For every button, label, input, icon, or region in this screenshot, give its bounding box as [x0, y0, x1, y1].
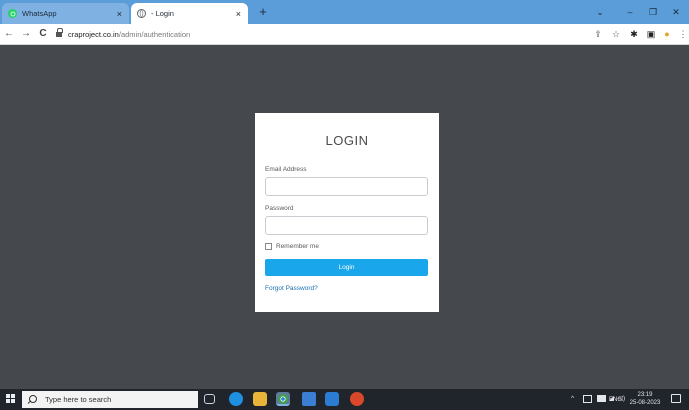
clock-date: 25-08-2023: [629, 400, 661, 406]
url-host: craproject.co.in: [68, 30, 119, 39]
login-button[interactable]: Login: [265, 259, 428, 276]
store-icon[interactable]: [302, 392, 316, 406]
tab-login[interactable]: - Login ×: [131, 3, 248, 24]
email-field[interactable]: [265, 177, 428, 196]
edge-browser-icon[interactable]: [229, 392, 243, 406]
forgot-password-link[interactable]: Forgot Password?: [265, 285, 318, 292]
tab-title: WhatsApp: [22, 9, 57, 18]
browser-toolbar: ← → C craproject.co.in/admin/authenticat…: [0, 24, 689, 45]
minimize-button[interactable]: –: [620, 3, 640, 21]
remember-me-checkbox[interactable]: [265, 243, 272, 250]
lock-icon: [56, 28, 63, 38]
clock-time: 23:19: [637, 392, 653, 398]
page-title: LOGIN: [325, 133, 369, 148]
extensions-icon[interactable]: ✱: [628, 28, 640, 41]
chrome-icon[interactable]: [276, 392, 290, 406]
forward-button[interactable]: →: [19, 26, 33, 42]
reload-button[interactable]: C: [36, 26, 50, 42]
outlook-icon[interactable]: [325, 392, 339, 406]
battery-icon[interactable]: [597, 395, 606, 402]
app-icon[interactable]: [350, 392, 364, 406]
taskbar: Type here to search ^ ◢ ◁) 23:19 25-08-2…: [0, 389, 689, 410]
tab-title: - Login: [151, 9, 174, 18]
menu-icon[interactable]: ⋮: [677, 28, 689, 41]
new-tab-button[interactable]: +: [255, 3, 271, 21]
email-label: Email Address: [265, 166, 307, 173]
close-tab-icon[interactable]: ×: [117, 9, 122, 19]
globe-icon: [137, 9, 146, 18]
search-icon: [28, 395, 37, 404]
search-placeholder: Type here to search: [45, 395, 112, 404]
notification-icon[interactable]: [671, 394, 681, 403]
clock[interactable]: 23:19 25-08-2023: [628, 391, 662, 407]
side-panel-icon[interactable]: ▣: [645, 28, 657, 41]
login-card: LOGIN Email Address Password Remember me…: [255, 113, 439, 312]
tray-chevron-icon[interactable]: ^: [571, 392, 574, 406]
close-window-button[interactable]: ✕: [666, 3, 686, 21]
task-view-icon[interactable]: [204, 394, 215, 404]
tab-strip: WhatsApp × - Login × + ⌄ – ❐ ✕: [0, 0, 689, 24]
remember-me-row[interactable]: Remember me: [265, 243, 319, 250]
url-path: /admin/authentication: [118, 30, 191, 39]
address-bar[interactable]: craproject.co.in/admin/authentication: [56, 27, 576, 42]
close-tab-icon[interactable]: ×: [236, 9, 241, 19]
taskbar-search-box[interactable]: Type here to search: [22, 391, 198, 408]
password-label: Password: [265, 205, 294, 212]
bookmark-star-icon[interactable]: ☆: [610, 28, 622, 41]
windows-start-icon[interactable]: [6, 394, 16, 404]
tab-whatsapp[interactable]: WhatsApp ×: [2, 3, 129, 24]
share-icon[interactable]: ⇪: [592, 28, 604, 41]
meet-now-icon[interactable]: [583, 395, 592, 403]
whatsapp-icon: [8, 9, 17, 18]
maximize-button[interactable]: ❐: [643, 3, 663, 21]
remember-me-label: Remember me: [276, 243, 319, 250]
tab-search-chevron-icon[interactable]: ⌄: [590, 3, 610, 21]
profile-avatar-icon[interactable]: ●: [661, 28, 673, 41]
back-button[interactable]: ←: [2, 26, 16, 42]
password-field[interactable]: [265, 216, 428, 235]
file-explorer-icon[interactable]: [253, 392, 267, 406]
language-indicator[interactable]: ENG: [609, 393, 622, 407]
